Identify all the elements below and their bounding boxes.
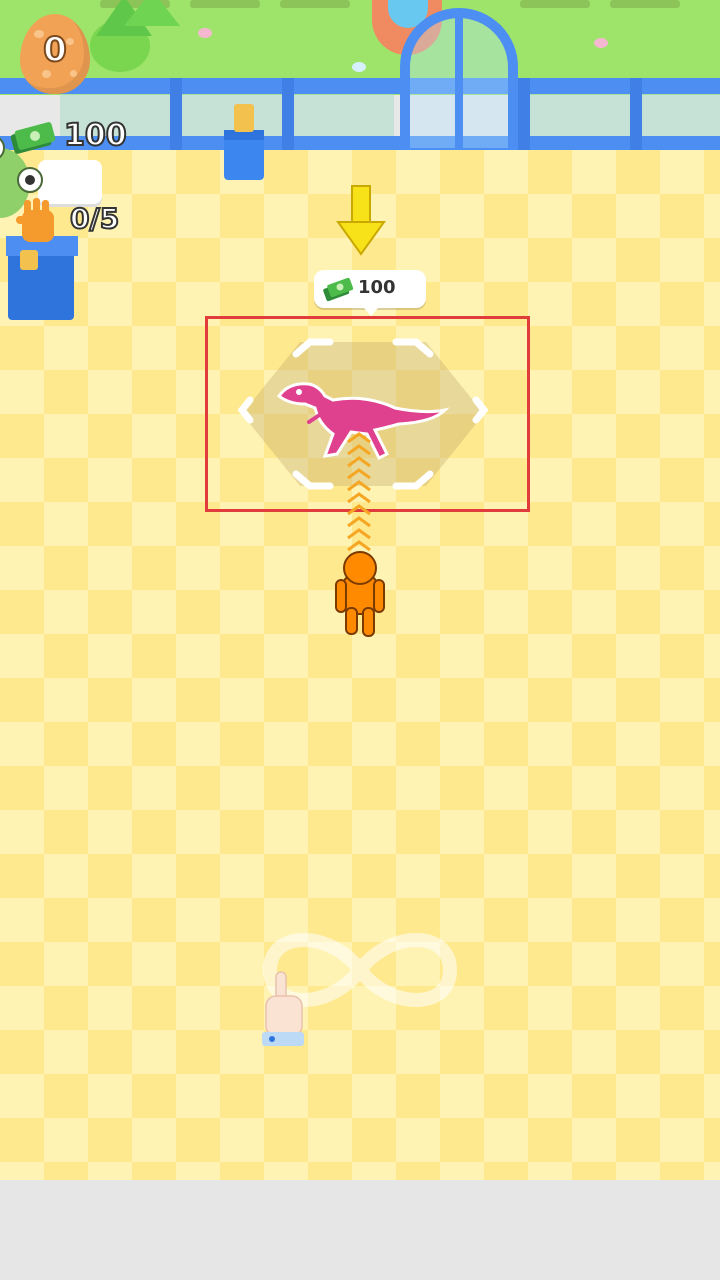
path-tile (280, 0, 350, 8)
hand-icon (16, 198, 54, 242)
flower (594, 38, 608, 48)
egg-counter: 0 (42, 29, 68, 71)
trophy (20, 250, 38, 270)
player-character (335, 551, 385, 637)
money-icon (10, 122, 56, 154)
fence-glass (642, 94, 720, 136)
fence-post (518, 78, 530, 150)
game-view[interactable]: 0 100 0/5 100 (0, 0, 720, 1180)
fence-rail (0, 78, 720, 94)
down-arrow-icon (336, 185, 386, 256)
flower (198, 28, 212, 38)
gate-bar (455, 18, 463, 148)
path-tile (520, 0, 590, 8)
tree (124, 0, 180, 26)
unlock-price-tag: 100 (314, 270, 426, 316)
bottom-bar (0, 1180, 720, 1280)
fence-post (282, 78, 294, 150)
trophy (234, 104, 254, 132)
unlock-price: 100 (358, 277, 396, 298)
fence-post (170, 78, 182, 150)
flower (352, 62, 366, 72)
path-tile (190, 0, 260, 8)
carry-capacity: 0/5 (69, 201, 120, 236)
trophy-pedestal (224, 136, 264, 180)
money-icon (323, 277, 354, 302)
fence-glass (294, 94, 394, 136)
fence-post (630, 78, 642, 150)
path-chevrons (347, 432, 371, 552)
money-counter: 100 (63, 117, 128, 154)
fence-glass (530, 94, 630, 136)
infinity-swipe-icon (262, 933, 458, 1046)
path-tile (610, 0, 680, 8)
